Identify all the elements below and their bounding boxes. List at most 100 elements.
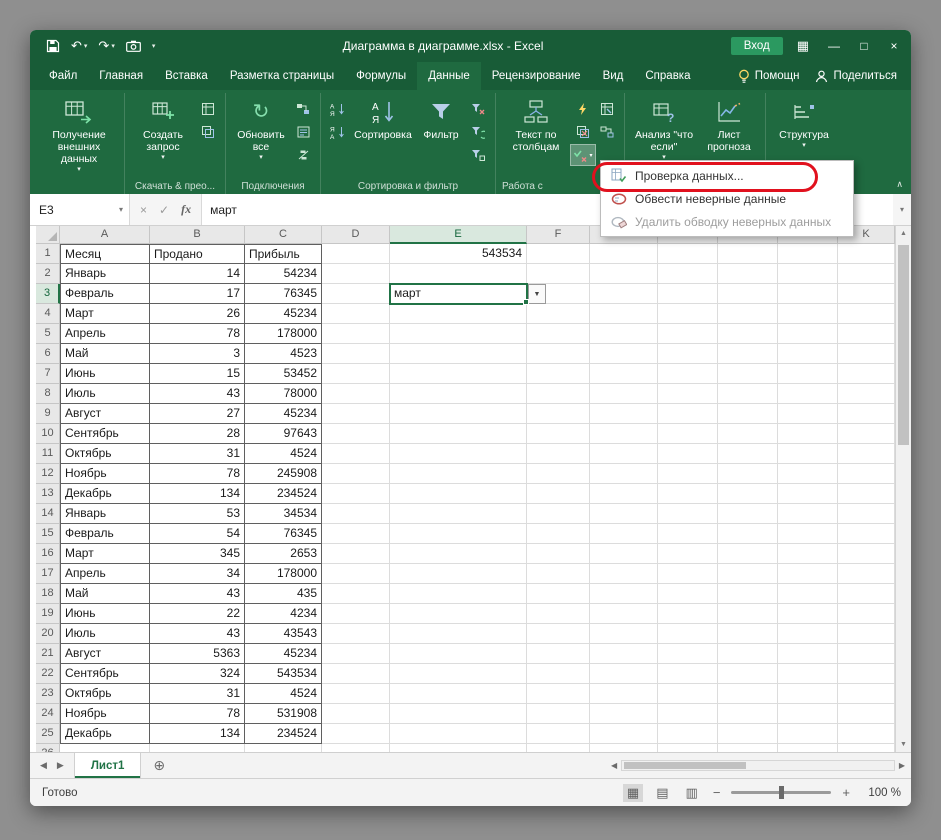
data-validation-dropdown-button[interactable]: ▼ [528,284,546,304]
cell-C5[interactable]: 178000 [245,324,322,344]
cell-C23[interactable]: 4524 [245,684,322,704]
cell-B18[interactable]: 43 [150,584,245,604]
cell-B1[interactable]: Продано [150,244,245,264]
scroll-right-icon[interactable]: ▶ [899,761,905,770]
cell-A19[interactable]: Июнь [60,604,150,624]
cell-E15[interactable] [390,524,527,544]
remove-duplicates-button[interactable] [571,122,595,142]
cell-B3[interactable]: 17 [150,284,245,304]
cell-A20[interactable]: Июль [60,624,150,644]
cell-C14[interactable]: 34534 [245,504,322,524]
cell-I25[interactable] [718,724,778,744]
cell-A4[interactable]: Март [60,304,150,324]
cell-F10[interactable] [527,424,590,444]
cell-A16[interactable]: Март [60,544,150,564]
cell-G6[interactable] [590,344,658,364]
column-header-F[interactable]: F [527,226,590,244]
cell-A12[interactable]: Ноябрь [60,464,150,484]
cell-C1[interactable]: Прибыль [245,244,322,264]
ribbon-display-options-button[interactable]: ▦ [797,38,809,54]
cell-G8[interactable] [590,384,658,404]
cell-J18[interactable] [778,584,838,604]
row-header-14[interactable]: 14 [36,504,60,524]
cell-G23[interactable] [590,684,658,704]
cell-H6[interactable] [658,344,718,364]
cell-D7[interactable] [322,364,390,384]
formula-bar-expand-button[interactable]: ▾ [893,194,911,225]
cell-H9[interactable] [658,404,718,424]
minimize-button[interactable]: — [819,30,849,62]
cell-G25[interactable] [590,724,658,744]
cell-K22[interactable] [838,664,895,684]
outline-button[interactable]: Структура ▾ [771,95,837,150]
cell-B13[interactable]: 134 [150,484,245,504]
horizontal-scroll-track[interactable] [621,760,895,771]
cell-J13[interactable] [778,484,838,504]
cell-K3[interactable] [838,284,895,304]
cell-F8[interactable] [527,384,590,404]
cell-H16[interactable] [658,544,718,564]
cell-A10[interactable]: Сентябрь [60,424,150,444]
cell-I14[interactable] [718,504,778,524]
forecast-sheet-button[interactable]: Лист прогноза [698,95,760,153]
cell-J9[interactable] [778,404,838,424]
row-header-11[interactable]: 11 [36,444,60,464]
cell-D2[interactable] [322,264,390,284]
sheet-next-button[interactable]: ▶ [57,760,64,771]
row-header-7[interactable]: 7 [36,364,60,384]
cell-G2[interactable] [590,264,658,284]
column-header-D[interactable]: D [322,226,390,244]
cell-F25[interactable] [527,724,590,744]
scroll-down-icon[interactable]: ▼ [900,737,907,752]
cell-B16[interactable]: 345 [150,544,245,564]
cell-G16[interactable] [590,544,658,564]
row-header-5[interactable]: 5 [36,324,60,344]
zoom-slider-thumb[interactable] [779,786,784,799]
cell-A1[interactable]: Месяц [60,244,150,264]
cell-E1[interactable]: 543534 [390,244,527,264]
cell-K19[interactable] [838,604,895,624]
cell-F20[interactable] [527,624,590,644]
cell-A2[interactable]: Январь [60,264,150,284]
text-to-columns-button[interactable]: Текст по столбцам [501,95,571,153]
add-sheet-button[interactable]: ⊕ [141,753,177,778]
cell-H23[interactable] [658,684,718,704]
cell-C24[interactable]: 531908 [245,704,322,724]
cell-H7[interactable] [658,364,718,384]
cell-I12[interactable] [718,464,778,484]
cell-B6[interactable]: 3 [150,344,245,364]
cell-J21[interactable] [778,644,838,664]
show-queries-button[interactable] [196,99,220,119]
cell-I19[interactable] [718,604,778,624]
cell-C9[interactable]: 45234 [245,404,322,424]
cell-J10[interactable] [778,424,838,444]
cell-A11[interactable]: Октябрь [60,444,150,464]
cell-I20[interactable] [718,624,778,644]
cell-D9[interactable] [322,404,390,424]
cell-D8[interactable] [322,384,390,404]
cell-K9[interactable] [838,404,895,424]
cell-G18[interactable] [590,584,658,604]
cell-J19[interactable] [778,604,838,624]
sort-ascending-button[interactable]: АЯ [326,99,350,119]
cell-K1[interactable] [838,244,895,264]
cell-J22[interactable] [778,664,838,684]
cell-D20[interactable] [322,624,390,644]
cell-E22[interactable] [390,664,527,684]
cell-G9[interactable] [590,404,658,424]
cell-D1[interactable] [322,244,390,264]
ribbon-tab-0[interactable]: Файл [38,62,88,90]
cell-I24[interactable] [718,704,778,724]
cell-F2[interactable] [527,264,590,284]
new-query-button[interactable]: Создать запрос ▾ [130,95,196,162]
cell-B22[interactable]: 324 [150,664,245,684]
what-if-analysis-button[interactable]: ? Анализ "что если" ▾ [630,95,698,162]
cell-A17[interactable]: Апрель [60,564,150,584]
cell-K14[interactable] [838,504,895,524]
row-header-21[interactable]: 21 [36,644,60,664]
ribbon-tab-2[interactable]: Вставка [154,62,219,90]
row-header-25[interactable]: 25 [36,724,60,744]
sheet-prev-button[interactable]: ◀ [40,760,47,771]
row-header-9[interactable]: 9 [36,404,60,424]
cell-D12[interactable] [322,464,390,484]
